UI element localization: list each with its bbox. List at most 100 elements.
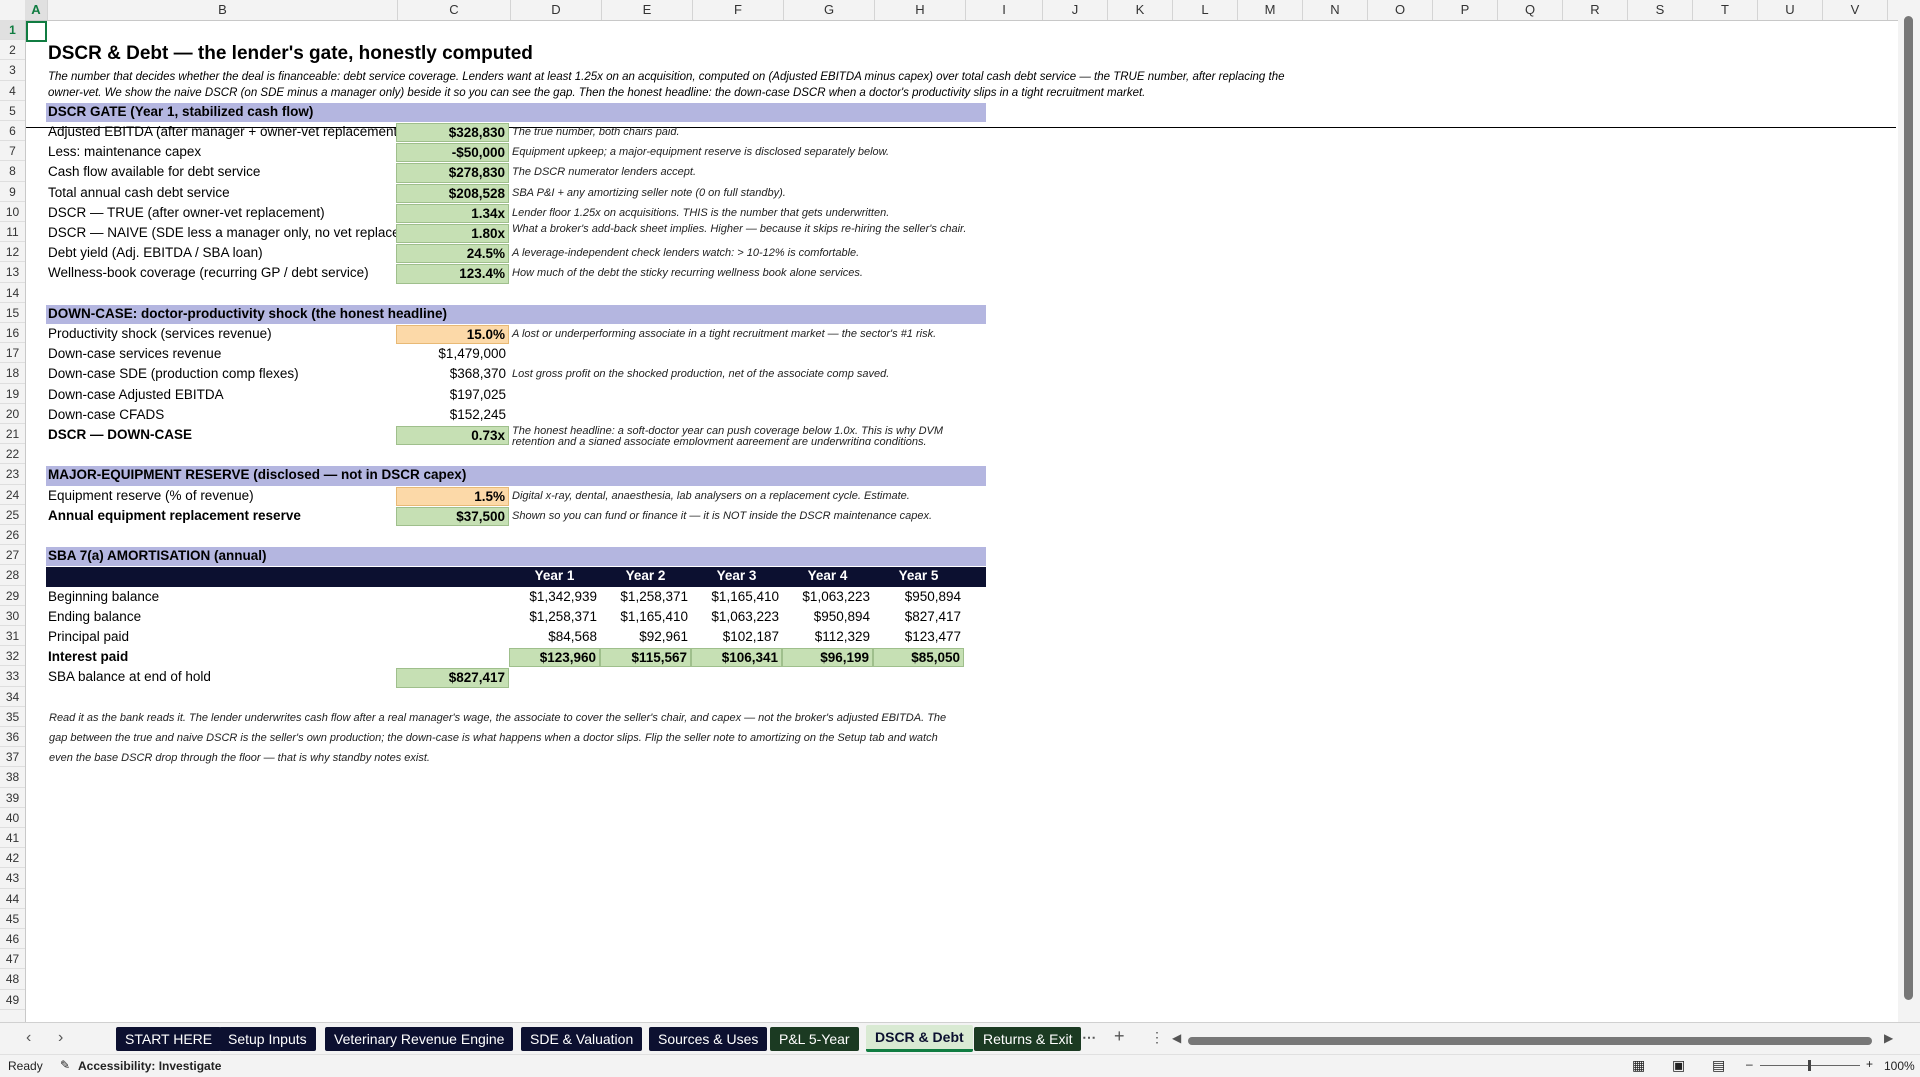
more-sheets-icon[interactable]: ⋯ <box>1082 1029 1096 1046</box>
column-header-u[interactable]: U <box>1758 0 1823 20</box>
row-header-12[interactable]: 12 <box>0 242 25 263</box>
row-header-22[interactable]: 22 <box>0 444 25 465</box>
normal-view-icon[interactable]: ▦ <box>1632 1057 1645 1074</box>
row-header-19[interactable]: 19 <box>0 384 25 404</box>
row-header-44[interactable]: 44 <box>0 889 25 909</box>
add-sheet-icon[interactable]: + <box>1114 1026 1125 1047</box>
row-header-40[interactable]: 40 <box>0 808 25 828</box>
amort-cell[interactable]: $106,341 <box>691 648 782 668</box>
column-header-o[interactable]: O <box>1368 0 1433 20</box>
amort-cell[interactable]: $115,567 <box>600 648 691 668</box>
vertical-scrollbar[interactable] <box>1898 0 1920 1022</box>
amort-cell[interactable]: $1,063,223 <box>691 608 782 627</box>
column-header-b[interactable]: B <box>48 0 398 20</box>
page-layout-icon[interactable]: ▣ <box>1672 1057 1685 1074</box>
tab-scroll-right-icon[interactable]: › <box>58 1029 63 1047</box>
sheet-tab-dscr-debt[interactable]: DSCR & Debt <box>866 1025 973 1052</box>
dscr-row-value[interactable]: $278,830 <box>396 163 509 183</box>
downcase-row-value[interactable]: 0.73x <box>396 426 509 446</box>
equipment-row-value[interactable]: $37,500 <box>396 506 509 526</box>
sheet-tab-start-here[interactable]: START HERE <box>116 1027 222 1051</box>
row-header-37[interactable]: 37 <box>0 747 25 768</box>
column-header-f[interactable]: F <box>693 0 784 20</box>
dscr-row-value[interactable]: -$50,000 <box>396 143 509 163</box>
tab-scroll-left-icon[interactable]: ‹ <box>26 1029 31 1047</box>
amort-cell[interactable]: $92,961 <box>600 628 691 647</box>
column-header-c[interactable]: C <box>398 0 511 20</box>
amort-cell[interactable]: $123,477 <box>873 628 964 647</box>
hscroll-right-icon[interactable]: ▶ <box>1884 1031 1893 1045</box>
amort-cell[interactable]: $827,417 <box>873 608 964 627</box>
row-header-28[interactable]: 28 <box>0 565 25 586</box>
column-header-v[interactable]: V <box>1823 0 1888 20</box>
column-header-l[interactable]: L <box>1173 0 1238 20</box>
row-header-48[interactable]: 48 <box>0 969 25 990</box>
page-break-icon[interactable]: ▤ <box>1712 1057 1725 1074</box>
downcase-row-value[interactable]: $368,370 <box>396 365 509 384</box>
row-header-45[interactable]: 45 <box>0 909 25 929</box>
column-header-m[interactable]: M <box>1238 0 1303 20</box>
row-header-17[interactable]: 17 <box>0 343 25 364</box>
row-header-8[interactable]: 8 <box>0 161 25 182</box>
row-header-15[interactable]: 15 <box>0 303 25 323</box>
row-header-36[interactable]: 36 <box>0 727 25 748</box>
row-header-39[interactable]: 39 <box>0 788 25 808</box>
row-header-3[interactable]: 3 <box>0 60 25 81</box>
downcase-row-value[interactable]: $1,479,000 <box>396 345 509 364</box>
sheet-tab-setup-inputs[interactable]: Setup Inputs <box>219 1027 316 1051</box>
row-header-31[interactable]: 31 <box>0 626 25 647</box>
row-header-11[interactable]: 11 <box>0 222 25 243</box>
amort-cell[interactable]: $950,894 <box>782 608 873 627</box>
column-header-q[interactable]: Q <box>1498 0 1563 20</box>
row-header-10[interactable]: 10 <box>0 202 25 222</box>
column-header-s[interactable]: S <box>1628 0 1693 20</box>
amort-cell[interactable]: $950,894 <box>873 588 964 607</box>
amort-cell[interactable]: $1,342,939 <box>509 588 600 607</box>
zoom-in-icon[interactable]: + <box>1866 1057 1873 1071</box>
row-header-14[interactable]: 14 <box>0 283 25 303</box>
row-header-34[interactable]: 34 <box>0 687 25 707</box>
row-header-7[interactable]: 7 <box>0 141 25 162</box>
dscr-row-value[interactable]: 24.5% <box>396 244 509 264</box>
row-header-20[interactable]: 20 <box>0 404 25 424</box>
row-header-29[interactable]: 29 <box>0 586 25 606</box>
downcase-row-value[interactable]: 15.0% <box>396 325 509 345</box>
downcase-row-value[interactable]: $152,245 <box>396 406 509 425</box>
column-header-i[interactable]: I <box>966 0 1043 20</box>
dscr-row-value[interactable]: $328,830 <box>396 123 509 143</box>
row-header-23[interactable]: 23 <box>0 464 25 485</box>
column-header-n[interactable]: N <box>1303 0 1368 20</box>
row-header-18[interactable]: 18 <box>0 363 25 384</box>
column-header-e[interactable]: E <box>602 0 693 20</box>
row-header-49[interactable]: 49 <box>0 990 25 1010</box>
select-all-corner[interactable] <box>0 0 26 20</box>
amort-cell[interactable]: $85,050 <box>873 648 964 668</box>
dscr-row-value[interactable]: $208,528 <box>396 183 509 203</box>
horizontal-scroll-thumb[interactable] <box>1188 1037 1872 1045</box>
row-header-38[interactable]: 38 <box>0 767 25 788</box>
row-header-16[interactable]: 16 <box>0 323 25 344</box>
column-header-k[interactable]: K <box>1108 0 1173 20</box>
sheet-tab-sde-valuation[interactable]: SDE & Valuation <box>521 1027 643 1051</box>
column-header-j[interactable]: J <box>1043 0 1108 20</box>
row-header-27[interactable]: 27 <box>0 545 25 566</box>
row-header-4[interactable]: 4 <box>0 81 25 101</box>
amort-cell[interactable]: $1,258,371 <box>509 608 600 627</box>
column-header-d[interactable]: D <box>511 0 602 20</box>
amort-cell[interactable]: $1,165,410 <box>600 608 691 627</box>
column-header-t[interactable]: T <box>1693 0 1758 20</box>
row-header-6[interactable]: 6 <box>0 121 25 142</box>
hscroll-left-icon[interactable]: ◀ <box>1172 1031 1181 1045</box>
amort-cell[interactable]: $123,960 <box>509 648 600 668</box>
sheet-tab-sources-uses[interactable]: Sources & Uses <box>649 1027 768 1051</box>
sheet-grid[interactable]: DSCR & Debt — the lender's gate, honestl… <box>26 21 1896 1021</box>
amort-cell[interactable]: $112,329 <box>782 628 873 647</box>
row-header-35[interactable]: 35 <box>0 707 25 727</box>
zoom-slider-handle[interactable] <box>1808 1060 1811 1071</box>
amort-end-value[interactable]: $827,417 <box>396 668 509 688</box>
row-header-43[interactable]: 43 <box>0 868 25 889</box>
sheet-tab-returns-exit[interactable]: Returns & Exit <box>974 1027 1082 1051</box>
row-header-46[interactable]: 46 <box>0 929 25 950</box>
amort-cell[interactable]: $96,199 <box>782 648 873 668</box>
row-header-30[interactable]: 30 <box>0 606 25 626</box>
